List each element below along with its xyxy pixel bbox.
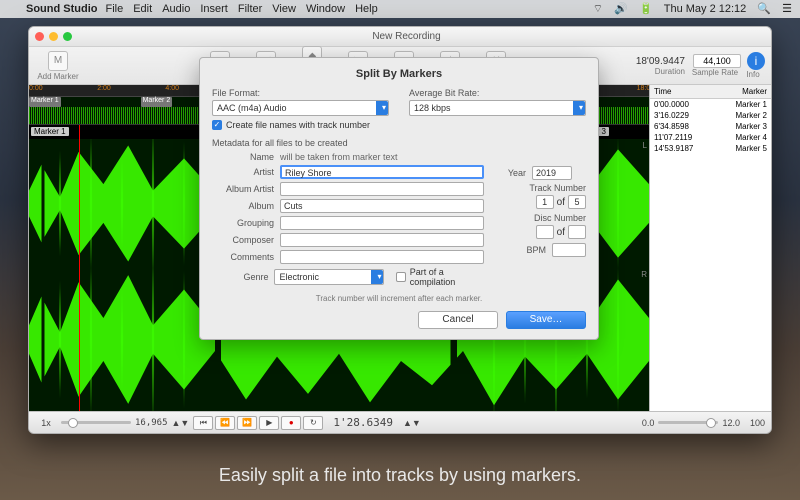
marker-list-row[interactable]: 11'07.2119Marker 4 [650, 132, 771, 143]
comments-field[interactable] [280, 250, 484, 264]
artist-field[interactable]: Riley Shore [280, 165, 484, 179]
add-marker-button[interactable]: MAdd Marker [35, 51, 81, 81]
dialog-title: Split By Markers [212, 68, 586, 80]
playhead[interactable] [79, 125, 80, 411]
titlebar: New Recording [29, 27, 771, 47]
info-button[interactable]: i [747, 52, 765, 70]
transport-bar: 1x 16,965 ▲▼ ⏮ ⏪ ⏩ ▶ ● ↻ 1'28.6349 ▲▼ 0.… [29, 411, 771, 433]
overview-marker[interactable]: Marker 1 [29, 97, 61, 107]
output-level: 100 [750, 418, 765, 428]
genre-select[interactable]: Electronic [274, 269, 384, 285]
duration-display: 18'09.9447 Duration [636, 56, 685, 76]
menu-file[interactable]: File [105, 3, 123, 15]
play-button[interactable]: ▶ [259, 416, 279, 430]
marker-label[interactable]: Marker 1 [31, 127, 69, 136]
spotlight-icon[interactable]: 🔍 [757, 3, 771, 15]
col-marker[interactable]: Marker [738, 85, 771, 98]
bpm-field[interactable] [552, 243, 586, 257]
zoom-level: 1x [35, 418, 57, 428]
file-format-label: File Format: [212, 88, 389, 98]
disc-number-field[interactable] [536, 225, 554, 239]
name-note: will be taken from marker text [280, 152, 398, 162]
timecode-stepper-icon[interactable]: ▲▼ [403, 418, 421, 428]
battery-icon[interactable]: 🔋 [639, 3, 653, 15]
track-total-field[interactable]: 5 [568, 195, 586, 209]
wifi-icon[interactable]: ⌔ [593, 3, 603, 15]
composer-field[interactable] [280, 233, 484, 247]
bitrate-label: Average Bit Rate: [409, 88, 586, 98]
scrub-value: 0.0 [642, 418, 655, 428]
track-number-field[interactable]: 1 [536, 195, 554, 209]
col-time[interactable]: Time [650, 85, 738, 98]
year-field[interactable]: 2019 [532, 166, 572, 180]
menu-help[interactable]: Help [355, 3, 378, 15]
menubar-status: ⌔ 🔊 🔋 Thu May 2 12:12 🔍 ☰ [585, 2, 792, 16]
rewind-button[interactable]: ⏪ [215, 416, 235, 430]
checkbox-icon [396, 272, 405, 282]
save-button[interactable]: Save… [506, 311, 586, 329]
marker-list-row[interactable]: 6'34.8598Marker 3 [650, 121, 771, 132]
menu-window[interactable]: Window [306, 3, 345, 15]
clock[interactable]: Thu May 2 12:12 [664, 3, 747, 15]
zoom-slider[interactable] [61, 421, 131, 424]
marker-icon: M [48, 51, 68, 71]
loop-button[interactable]: ↻ [303, 416, 323, 430]
stepper-icon[interactable]: ▲▼ [172, 418, 190, 428]
overview-marker[interactable]: Marker 2 [141, 97, 173, 107]
metadata-section-label: Metadata for all files to be created [212, 138, 586, 148]
bitrate-select[interactable]: 128 kbps [409, 100, 586, 116]
cancel-button[interactable]: Cancel [418, 311, 498, 329]
menu-audio[interactable]: Audio [162, 3, 190, 15]
menu-view[interactable]: View [272, 3, 296, 15]
timecode: 1'28.6349 [333, 416, 393, 429]
marketing-tagline: Easily split a file into tracks by using… [0, 465, 800, 486]
app-window: New Recording MAdd Marker ▲Normalize ◢Fa… [28, 26, 772, 434]
sample-position: 16,965 [135, 418, 168, 428]
album-artist-field[interactable] [280, 182, 484, 196]
grouping-field[interactable] [280, 216, 484, 230]
menu-edit[interactable]: Edit [133, 3, 152, 15]
track-number-checkbox[interactable]: ✓ Create file names with track number [212, 120, 586, 130]
album-field[interactable]: Cuts [280, 199, 484, 213]
record-button[interactable]: ● [281, 416, 301, 430]
macos-menubar: Sound Studio File Edit Audio Insert Filt… [0, 0, 800, 18]
forward-button[interactable]: ⏩ [237, 416, 257, 430]
marker-list-panel: Time Marker 0'00.0000Marker 13'16.0229Ma… [649, 85, 771, 411]
marker-list-row[interactable]: 0'00.0000Marker 1 [650, 99, 771, 110]
disc-total-field[interactable] [568, 225, 586, 239]
menu-insert[interactable]: Insert [200, 3, 228, 15]
compilation-checkbox[interactable]: Part of a compilation [396, 267, 484, 287]
file-format-select[interactable]: AAC (m4a) Audio [212, 100, 389, 116]
split-by-markers-dialog: Split By Markers File Format: AAC (m4a) … [199, 57, 599, 340]
volume-value: 12.0 [722, 418, 740, 428]
volume-slider[interactable] [658, 421, 718, 424]
notifications-icon[interactable]: ☰ [782, 3, 792, 15]
marker-list-row[interactable]: 14'53.9187Marker 5 [650, 143, 771, 154]
window-title: New Recording [42, 31, 771, 42]
app-name[interactable]: Sound Studio [26, 3, 97, 15]
checkmark-icon: ✓ [212, 120, 222, 130]
marker-list-row[interactable]: 3'16.0229Marker 2 [650, 110, 771, 121]
rewind-start-button[interactable]: ⏮ [193, 416, 213, 430]
menu-filter[interactable]: Filter [238, 3, 262, 15]
increment-note: Track number will increment after each m… [212, 294, 586, 303]
volume-icon[interactable]: 🔊 [614, 3, 628, 15]
sample-rate-field[interactable]: 44,100 [693, 54, 741, 68]
